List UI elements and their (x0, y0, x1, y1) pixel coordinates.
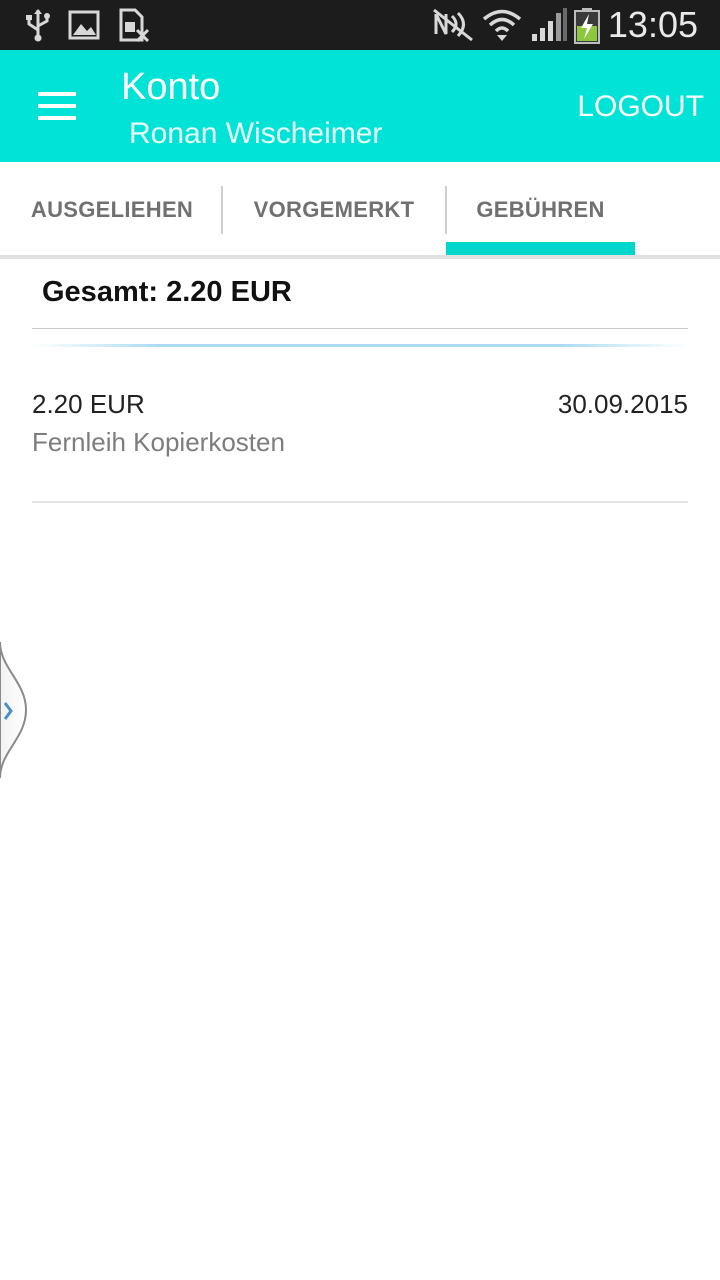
divider (32, 328, 688, 329)
tab-separator (221, 186, 223, 234)
tab-vorgemerkt[interactable]: VORGEMERKT (236, 162, 432, 258)
wifi-icon (482, 8, 522, 42)
divider (32, 501, 688, 503)
status-clock: 13:05 (607, 4, 698, 45)
fee-description: Fernleih Kopierkosten (32, 427, 285, 457)
page-title: Konto (121, 66, 221, 108)
fee-amount: 2.20 EUR (32, 389, 145, 419)
signal-icon (530, 8, 568, 42)
tab-ausgeliehen[interactable]: AUSGELIEHEN (14, 162, 210, 258)
tab-bar-underline (0, 255, 720, 259)
drawer-handle[interactable] (0, 640, 32, 780)
logout-button[interactable]: LOGOUT (577, 88, 704, 126)
tab-bar: AUSGELIEHEN VORGEMERKT GEBÜHREN (0, 162, 720, 258)
usb-icon (24, 8, 52, 42)
scroll-edge-glow (32, 344, 688, 347)
app-bar: Konto Ronan Wischeimer LOGOUT (0, 50, 720, 162)
user-name: Ronan Wischeimer (129, 117, 383, 150)
battery-charging-icon (574, 8, 600, 44)
nfc-off-icon (432, 8, 476, 42)
fee-date: 30.09.2015 (557, 389, 688, 419)
fees-total: Gesamt: 2.20 EUR (42, 276, 292, 308)
image-icon (68, 8, 100, 42)
sim-missing-icon (118, 8, 150, 42)
list-item[interactable]: 2.20 EUR 30.09.2015 Fernleih Kopierkoste… (32, 380, 688, 501)
status-bar: 13:05 (0, 0, 720, 50)
hamburger-menu-icon[interactable] (30, 88, 80, 124)
